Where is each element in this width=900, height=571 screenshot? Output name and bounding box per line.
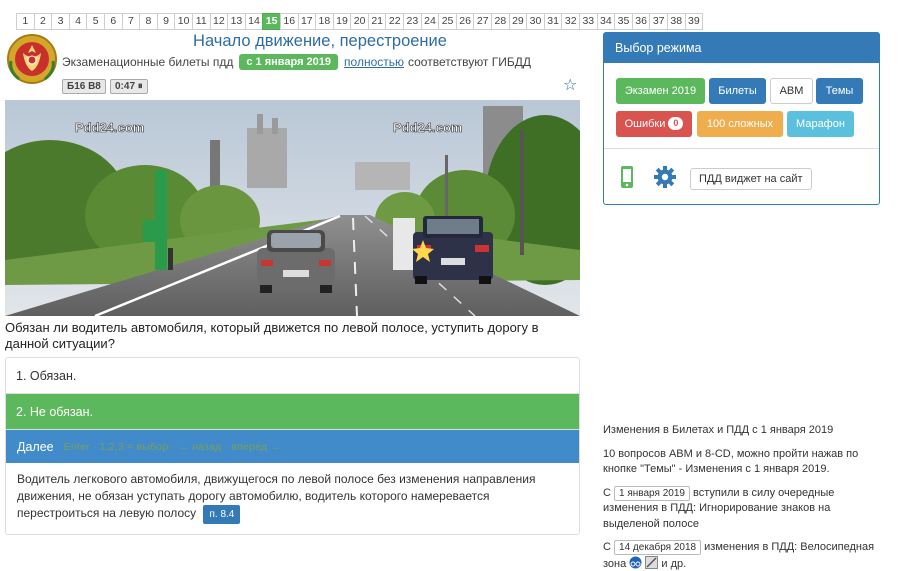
hard-100-button[interactable]: 100 сложных (697, 111, 783, 137)
answer-option-2[interactable]: 2. Не обязан. (6, 394, 579, 430)
widget-button[interactable]: ПДД виджет на сайт (690, 168, 812, 190)
answer-option-1[interactable]: 1. Обязан. (6, 358, 579, 394)
watermark-right: Pdd24.com (393, 120, 462, 135)
favorite-star-icon[interactable]: ☆ (563, 75, 577, 95)
mobile-phone-icon[interactable] (620, 165, 634, 192)
news-item-4: С 14 декабря 2018 изменения в ПДД: Велос… (603, 540, 880, 571)
question-number-8[interactable]: 8 (139, 13, 158, 30)
news-date-chip-1: 1 января 2019 (614, 485, 690, 501)
question-number-38[interactable]: 38 (666, 13, 686, 30)
question-photo: Pdd24.com Pdd24.com (5, 100, 580, 316)
topics-button[interactable]: Темы (816, 78, 863, 104)
subtitle-prefix: Экзаменационные билеты пдд (62, 55, 234, 69)
question-number-37[interactable]: 37 (649, 13, 668, 30)
news-item-4-prefix: С (603, 541, 611, 553)
marathon-button[interactable]: Марафон (787, 111, 854, 137)
question-number-35[interactable]: 35 (614, 13, 633, 30)
date-badge: с 1 января 2019 (239, 54, 339, 70)
question-number-28[interactable]: 28 (491, 13, 510, 30)
subtitle: Экзаменационные билеты пдд с 1 января 20… (62, 54, 531, 70)
timer-tag[interactable]: 0:47 ⏸ (110, 79, 148, 94)
page-title: Начало движение, перестроение (193, 32, 447, 50)
explanation-text: Водитель легкового автомобиля, движущего… (17, 472, 536, 520)
explanation: Водитель легкового автомобиля, движущего… (6, 463, 579, 534)
question-number-7[interactable]: 7 (121, 13, 141, 30)
question-number-14[interactable]: 14 (244, 13, 264, 30)
question-number-17[interactable]: 17 (297, 13, 317, 30)
errors-count-badge: 0 (668, 117, 684, 130)
errors-label: Ошибки (624, 118, 666, 130)
question-number-23[interactable]: 23 (403, 13, 422, 30)
question-number-18[interactable]: 18 (315, 13, 334, 30)
question-number-29[interactable]: 29 (508, 13, 528, 30)
mode-panel-title: Выбор режима (604, 33, 879, 63)
question-number-26[interactable]: 26 (455, 13, 475, 30)
next-label: Далее (17, 439, 54, 454)
question-number-12[interactable]: 12 (209, 13, 229, 30)
question-number-22[interactable]: 22 (385, 13, 405, 30)
gibdd-emblem-logo (5, 31, 59, 85)
question-number-32[interactable]: 32 (561, 13, 580, 30)
question-text: Обязан ли водитель автомобиля, который д… (5, 320, 539, 351)
news-item-1[interactable]: Изменения в Билетах и ПДД с 1 января 201… (603, 423, 880, 439)
news-item-2: 10 вопросов АВМ и 8-CD, можно пройти наж… (603, 447, 859, 476)
question-number-13[interactable]: 13 (227, 13, 246, 30)
question-number-11[interactable]: 11 (191, 13, 211, 30)
question-number-34[interactable]: 34 (596, 13, 616, 30)
question-number-4[interactable]: 4 (68, 13, 88, 30)
question-number-5[interactable]: 5 (86, 13, 105, 30)
question-number-15[interactable]: 15 (262, 13, 281, 30)
exam-button[interactable]: Экзамен 2019 (616, 78, 705, 104)
ticket-tag: Б16 В8 (62, 79, 106, 94)
subtitle-suffix: соответствуют ГИБДД (408, 55, 532, 69)
news-item-3-prefix: С (603, 486, 611, 499)
question-number-6[interactable]: 6 (103, 13, 123, 30)
news-date-chip-2: 14 декабря 2018 (614, 540, 702, 555)
rule-link-badge[interactable]: п. 8.4 (203, 505, 241, 524)
keyboard-hint: Enter · 1,2,3 = выбор · ← назад · вперед… (63, 440, 282, 453)
next-button[interactable]: Далее Enter · 1,2,3 = выбор · ← назад · … (6, 430, 579, 463)
question-number-3[interactable]: 3 (51, 13, 70, 30)
question-number-10[interactable]: 10 (174, 13, 193, 30)
settings-gear-icon[interactable] (653, 165, 677, 192)
mode-panel: Выбор режима Экзамен 2019 Билеты АВМ Тем… (603, 32, 880, 205)
news-item-4-suffix: и др. (661, 557, 687, 570)
question-number-30[interactable]: 30 (526, 13, 545, 30)
question-number-36[interactable]: 36 (631, 13, 651, 30)
question-number-1[interactable]: 1 (16, 13, 35, 30)
abm-button[interactable]: АВМ (770, 78, 813, 104)
question-number-25[interactable]: 25 (438, 13, 457, 30)
tickets-button[interactable]: Билеты (709, 78, 766, 104)
question-number-24[interactable]: 24 (420, 13, 440, 30)
question-number-39[interactable]: 39 (684, 13, 704, 30)
fully-link[interactable]: полностью (344, 55, 404, 69)
road-sign-icon (645, 555, 659, 569)
question-number-31[interactable]: 31 (543, 13, 563, 30)
news-item-3: С 1 января 2019 вступили в силу очередны… (603, 485, 880, 533)
errors-button[interactable]: Ошибки 0 (616, 111, 692, 137)
news-block: Изменения в Билетах и ПДД с 1 января 201… (603, 423, 880, 571)
panel-divider (604, 148, 879, 149)
question-number-16[interactable]: 16 (279, 13, 299, 30)
watermark-left: Pdd24.com (75, 120, 144, 135)
question-number-2[interactable]: 2 (33, 13, 53, 30)
question-number-20[interactable]: 20 (350, 13, 369, 30)
question-number-27[interactable]: 27 (473, 13, 493, 30)
question-number-33[interactable]: 33 (579, 13, 598, 30)
question-number-bar: 1 2 3 4 5 6 7 8 9 10 11 12 13 14 15 16 17 18 19 20 21 22 23 24 2… (16, 13, 704, 30)
question-number-19[interactable]: 19 (332, 13, 352, 30)
answers-box: 1. Обязан. 2. Не обязан. Далее Enter · 1… (5, 357, 580, 535)
question-number-21[interactable]: 21 (367, 13, 387, 30)
question-number-9[interactable]: 9 (156, 13, 176, 30)
bicycle-sign-icon (629, 556, 642, 569)
